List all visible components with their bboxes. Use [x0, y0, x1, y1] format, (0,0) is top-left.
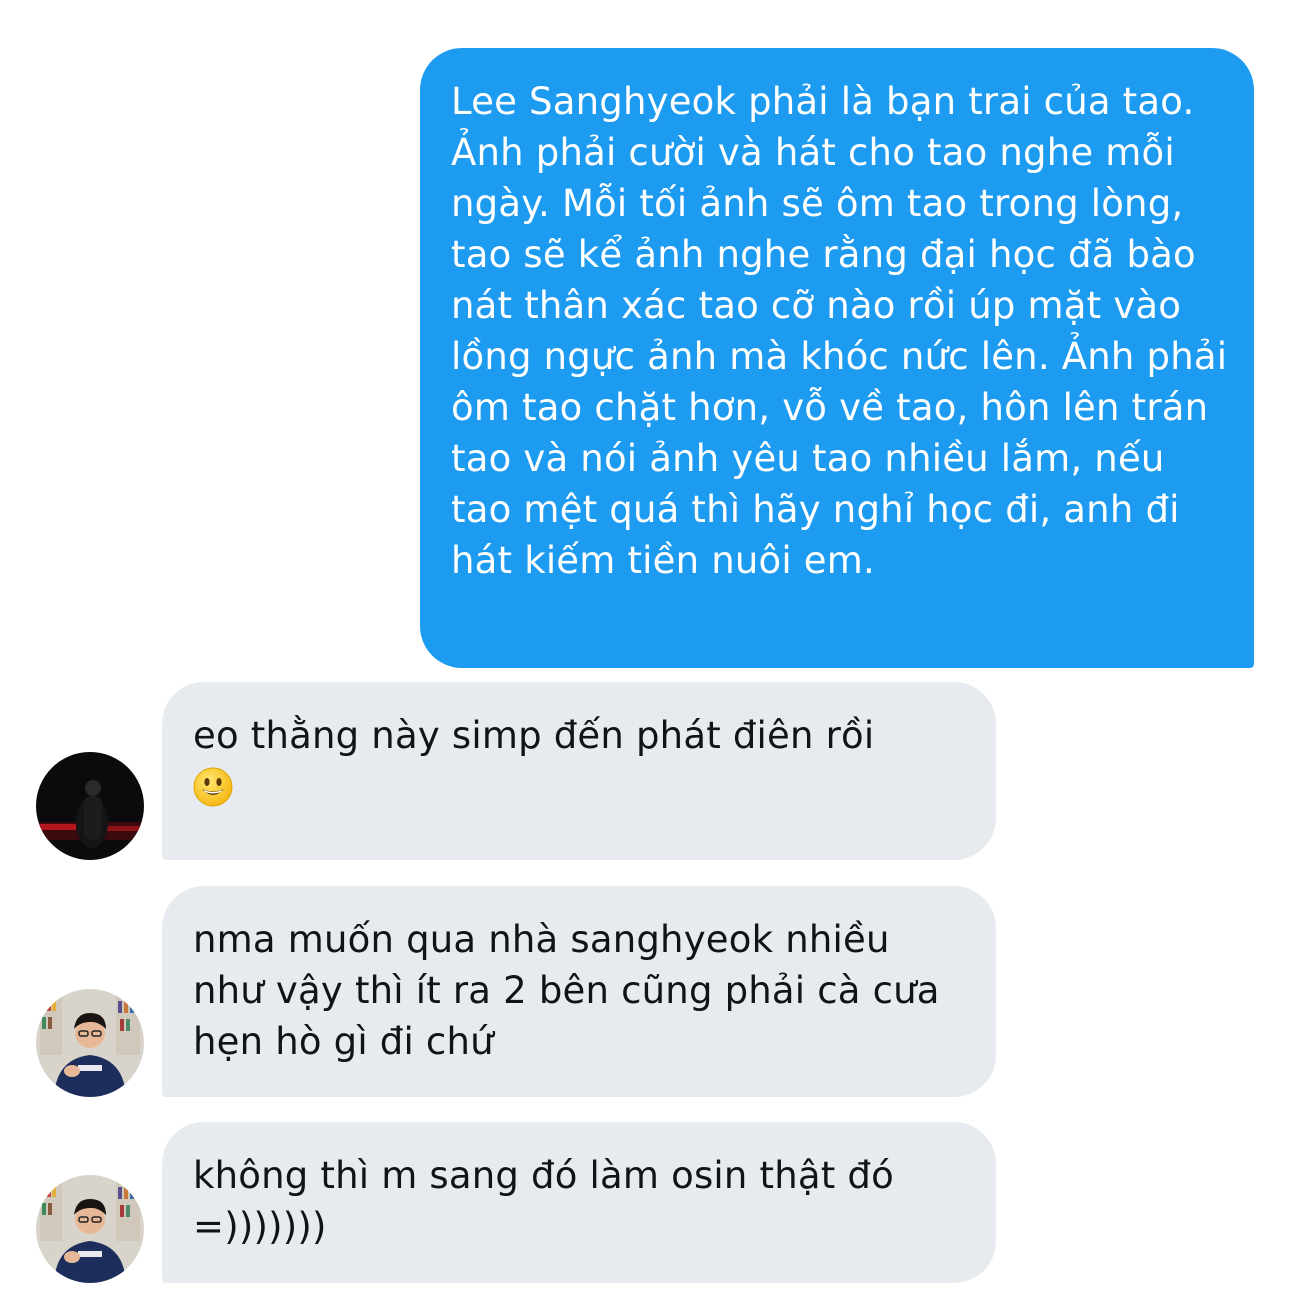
message-text: không thì m sang đó làm osin thật đó =))… — [193, 1154, 894, 1248]
avatar[interactable] — [36, 1175, 144, 1283]
received-message-bubble[interactable]: không thì m sang đó làm osin thật đó =))… — [162, 1122, 996, 1283]
smiley-face-emoji — [193, 767, 233, 807]
avatar-photo-dark — [36, 752, 144, 860]
message-text: Lee Sanghyeok phải là bạn trai của tao. … — [451, 80, 1228, 582]
received-message-bubble[interactable]: eo thằng này simp đến phát điên rồi — [162, 682, 996, 860]
avatar-photo-person — [36, 989, 144, 1097]
message-text: nma muốn qua nhà sanghyeok nhiều như vậy… — [193, 918, 940, 1063]
sent-message-bubble[interactable]: Lee Sanghyeok phải là bạn trai của tao. … — [420, 48, 1254, 668]
avatar[interactable] — [36, 752, 144, 860]
received-message-bubble[interactable]: nma muốn qua nhà sanghyeok nhiều như vậy… — [162, 886, 996, 1097]
message-text: eo thằng này simp đến phát điên rồi — [193, 714, 875, 757]
avatar-photo-person — [36, 1175, 144, 1283]
avatar[interactable] — [36, 989, 144, 1097]
